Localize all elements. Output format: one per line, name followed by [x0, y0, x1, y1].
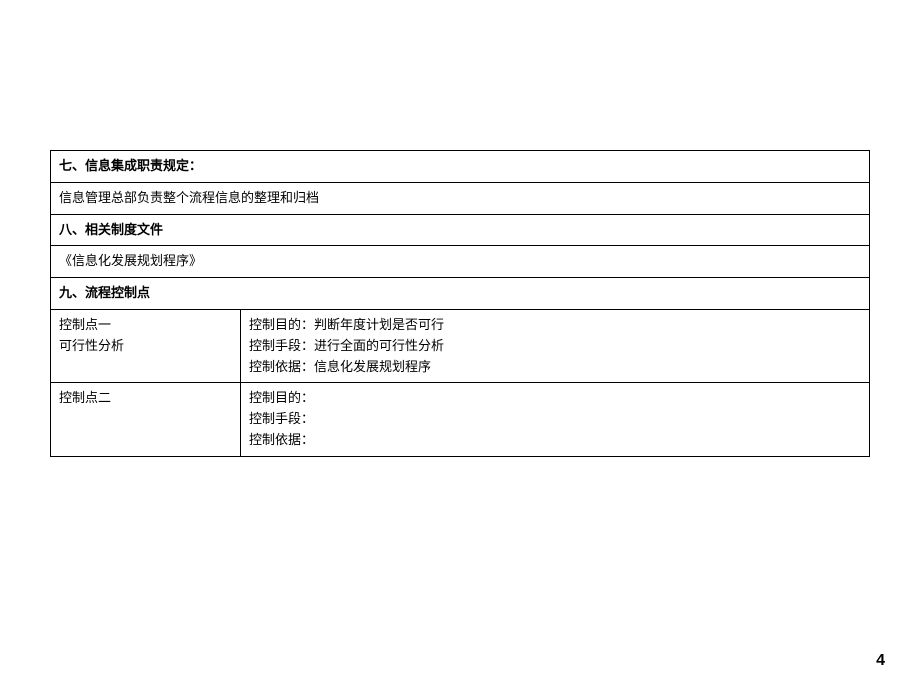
control-point-2-right: 控制目的： 控制手段： 控制依据：: [241, 383, 870, 456]
document-page: 七、信息集成职责规定： 信息管理总部负责整个流程信息的整理和归档 八、相关制度文…: [0, 0, 920, 457]
control-point-1-right: 控制目的：判断年度计划是否可行 控制手段：进行全面的可行性分析 控制依据：信息化…: [241, 309, 870, 382]
page-number: 4: [876, 652, 885, 670]
form-table: 七、信息集成职责规定： 信息管理总部负责整个流程信息的整理和归档 八、相关制度文…: [50, 150, 870, 457]
control-point-2-left: 控制点二: [51, 383, 241, 456]
section-8-content: 《信息化发展规划程序》: [51, 246, 870, 278]
section-7-content: 信息管理总部负责整个流程信息的整理和归档: [51, 182, 870, 214]
section-7-header: 七、信息集成职责规定：: [51, 151, 870, 183]
section-9-header: 九、流程控制点: [51, 278, 870, 310]
control-point-1-left: 控制点一 可行性分析: [51, 309, 241, 382]
section-8-header: 八、相关制度文件: [51, 214, 870, 246]
